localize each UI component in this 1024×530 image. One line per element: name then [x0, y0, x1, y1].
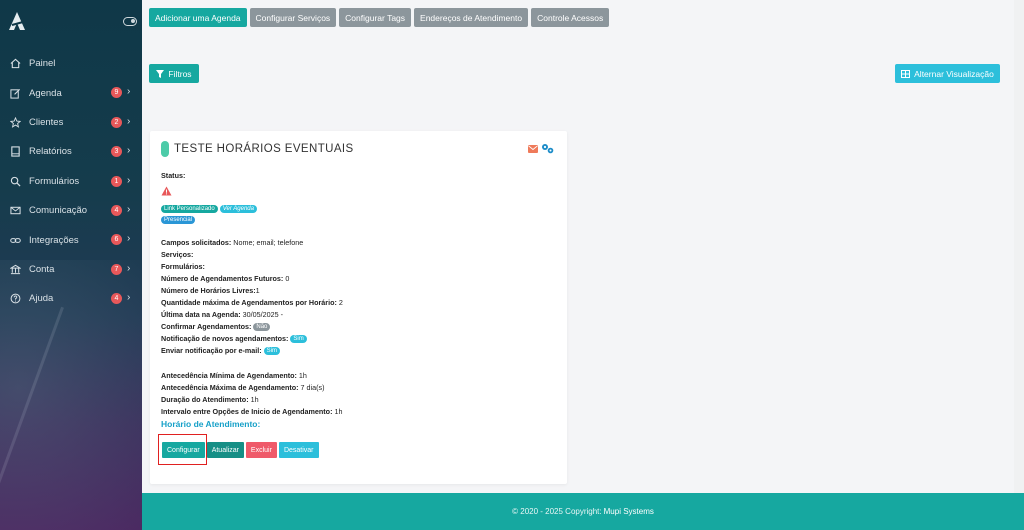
- presencial-row: Presencial: [161, 215, 196, 225]
- update-button[interactable]: Atualizar: [206, 442, 244, 458]
- search-icon: [10, 176, 21, 187]
- status-marker: [161, 141, 169, 157]
- filter-icon: [156, 69, 165, 78]
- status-badge: Sim: [263, 347, 280, 356]
- service-addresses-button[interactable]: Endereços de Atendimento: [414, 8, 529, 27]
- access-control-button[interactable]: Controle Acessos: [531, 8, 610, 27]
- field-notificacao: Notificação de novos agendamentos: Sim: [161, 334, 307, 344]
- home-icon: [10, 58, 21, 69]
- sidebar-item-label: Clientes: [29, 116, 64, 128]
- sidebar-item-comunicacao[interactable]: Comunicação 4 ›: [0, 196, 142, 225]
- agenda-card: TESTE HORÁRIOS EVENTUAIS Status: Link Pe…: [150, 131, 567, 484]
- field-intervalo: Intervalo entre Opções de Inicio de Agen…: [161, 407, 343, 416]
- sidebar-item-label: Ajuda: [29, 293, 54, 305]
- field-formularios: Formulários:: [161, 262, 205, 271]
- field-ant-max: Antecedência Máxima de Agendamento: 7 di…: [161, 383, 325, 392]
- bank-icon: [10, 264, 21, 275]
- sidebar-item-clientes[interactable]: Clientes 2 ›: [0, 108, 142, 137]
- copyright-text: © 2020 - 2025 Copyright:: [512, 507, 602, 516]
- count-badge: 4: [111, 293, 122, 305]
- chevron-right-icon: ›: [127, 115, 131, 127]
- toolbar: Adicionar uma Agenda Configurar Serviços…: [149, 8, 610, 27]
- count-badge: 7: [111, 263, 122, 275]
- field-maxima: Quantidade máxima de Agendamentos por Ho…: [161, 298, 343, 307]
- chevron-right-icon: ›: [127, 145, 131, 157]
- toggle-view-button[interactable]: Alternar Visualização: [895, 64, 1000, 83]
- configure-tags-button[interactable]: Configurar Tags: [339, 8, 412, 27]
- schedule-section-title: Horário de Atendimento:: [161, 419, 261, 429]
- chevron-right-icon: ›: [127, 174, 131, 186]
- field-servicos: Serviços:: [161, 250, 194, 259]
- field-ant-min: Antecedência Mínima de Agendamento: 1h: [161, 371, 307, 380]
- toggle-view-label: Alternar Visualização: [914, 68, 994, 79]
- sidebar-item-painel[interactable]: Painel: [0, 49, 142, 78]
- status-badge: Sim: [290, 335, 307, 344]
- field-ultima: Última data na Agenda: 30/05/2025 -: [161, 310, 283, 319]
- help-icon: [10, 293, 21, 304]
- link-pills: Link Personalizado Ver Agenda: [161, 204, 257, 214]
- agenda-title: TESTE HORÁRIOS EVENTUAIS: [174, 143, 354, 155]
- count-badge: 4: [111, 204, 122, 216]
- sidebar-item-label: Relatórios: [29, 146, 72, 158]
- mail-icon: [10, 205, 21, 216]
- add-agenda-button[interactable]: Adicionar uma Agenda: [149, 8, 247, 27]
- scrollbar[interactable]: [1014, 0, 1024, 493]
- sidebar-item-label: Painel: [29, 58, 56, 70]
- sidebar-item-agenda[interactable]: Agenda 9 ›: [0, 78, 142, 107]
- field-futuros: Número de Agendamentos Futuros: 0: [161, 274, 290, 283]
- sidebar-nav: Painel Agenda 9 › Clientes 2 › Relatório…: [0, 49, 142, 314]
- sidebar-item-label: Conta: [29, 263, 55, 275]
- sidebar-item-formularios[interactable]: Formulários 1 ›: [0, 167, 142, 196]
- presencial-pill: Presencial: [161, 216, 196, 225]
- filters-label: Filtros: [168, 68, 192, 79]
- sidebar-toggle-icon[interactable]: [123, 17, 137, 26]
- gear-icon[interactable]: [541, 143, 554, 154]
- link-icon: [10, 235, 21, 246]
- count-badge: 1: [111, 175, 122, 187]
- filters-button[interactable]: Filtros: [149, 64, 199, 83]
- sidebar-item-integracoes[interactable]: Integrações 6 ›: [0, 225, 142, 254]
- field-livres: Número de Horários Livres:1: [161, 286, 260, 295]
- chevron-right-icon: ›: [127, 233, 131, 245]
- status-label: Status:: [161, 171, 186, 180]
- field-confirmar: Confirmar Agendamentos: Não: [161, 322, 271, 332]
- count-badge: 9: [111, 87, 122, 99]
- count-badge: 2: [111, 116, 122, 128]
- warning-icon: [161, 186, 172, 196]
- company-link[interactable]: Mupi Systems: [604, 507, 654, 516]
- chevron-right-icon: ›: [127, 203, 131, 215]
- count-badge: 6: [111, 234, 122, 246]
- sidebar-item-ajuda[interactable]: Ajuda 4 ›: [0, 284, 142, 313]
- field-duracao: Duração do Atendimento: 1h: [161, 395, 259, 404]
- highlight-box: [158, 434, 207, 465]
- configure-services-button[interactable]: Configurar Serviços: [249, 8, 337, 27]
- sidebar-item-label: Agenda: [29, 87, 62, 99]
- count-badge: 3: [111, 146, 122, 158]
- delete-button[interactable]: Excluir: [245, 442, 277, 458]
- chevron-right-icon: ›: [127, 86, 131, 98]
- logo-icon[interactable]: [8, 11, 26, 31]
- edit-icon: [10, 88, 21, 99]
- field-email: Enviar notificação por e-mail: Sim: [161, 346, 280, 356]
- status-badge: Não: [253, 323, 271, 332]
- custom-link-pill[interactable]: Link Personalizado: [161, 205, 218, 214]
- book-icon: [10, 146, 21, 157]
- sidebar-item-label: Comunicação: [29, 205, 88, 217]
- sidebar: Painel Agenda 9 › Clientes 2 › Relatório…: [0, 0, 142, 530]
- view-agenda-pill[interactable]: Ver Agenda: [219, 205, 257, 214]
- footer: © 2020 - 2025 Copyright: Mupi Systems: [142, 493, 1024, 530]
- mail-icon[interactable]: [528, 145, 538, 153]
- deactivate-button[interactable]: Desativar: [278, 442, 319, 458]
- grid-icon: [901, 69, 911, 78]
- star-icon: [10, 116, 21, 128]
- field-campos: Campos solicitados: Nome; email; telefon…: [161, 238, 304, 247]
- sidebar-item-label: Formulários: [29, 175, 80, 187]
- sidebar-item-relatorios[interactable]: Relatórios 3 ›: [0, 137, 142, 166]
- chevron-right-icon: ›: [127, 262, 131, 274]
- sidebar-item-label: Integrações: [29, 234, 79, 246]
- chevron-right-icon: ›: [127, 292, 131, 304]
- sidebar-item-conta[interactable]: Conta 7 ›: [0, 255, 142, 284]
